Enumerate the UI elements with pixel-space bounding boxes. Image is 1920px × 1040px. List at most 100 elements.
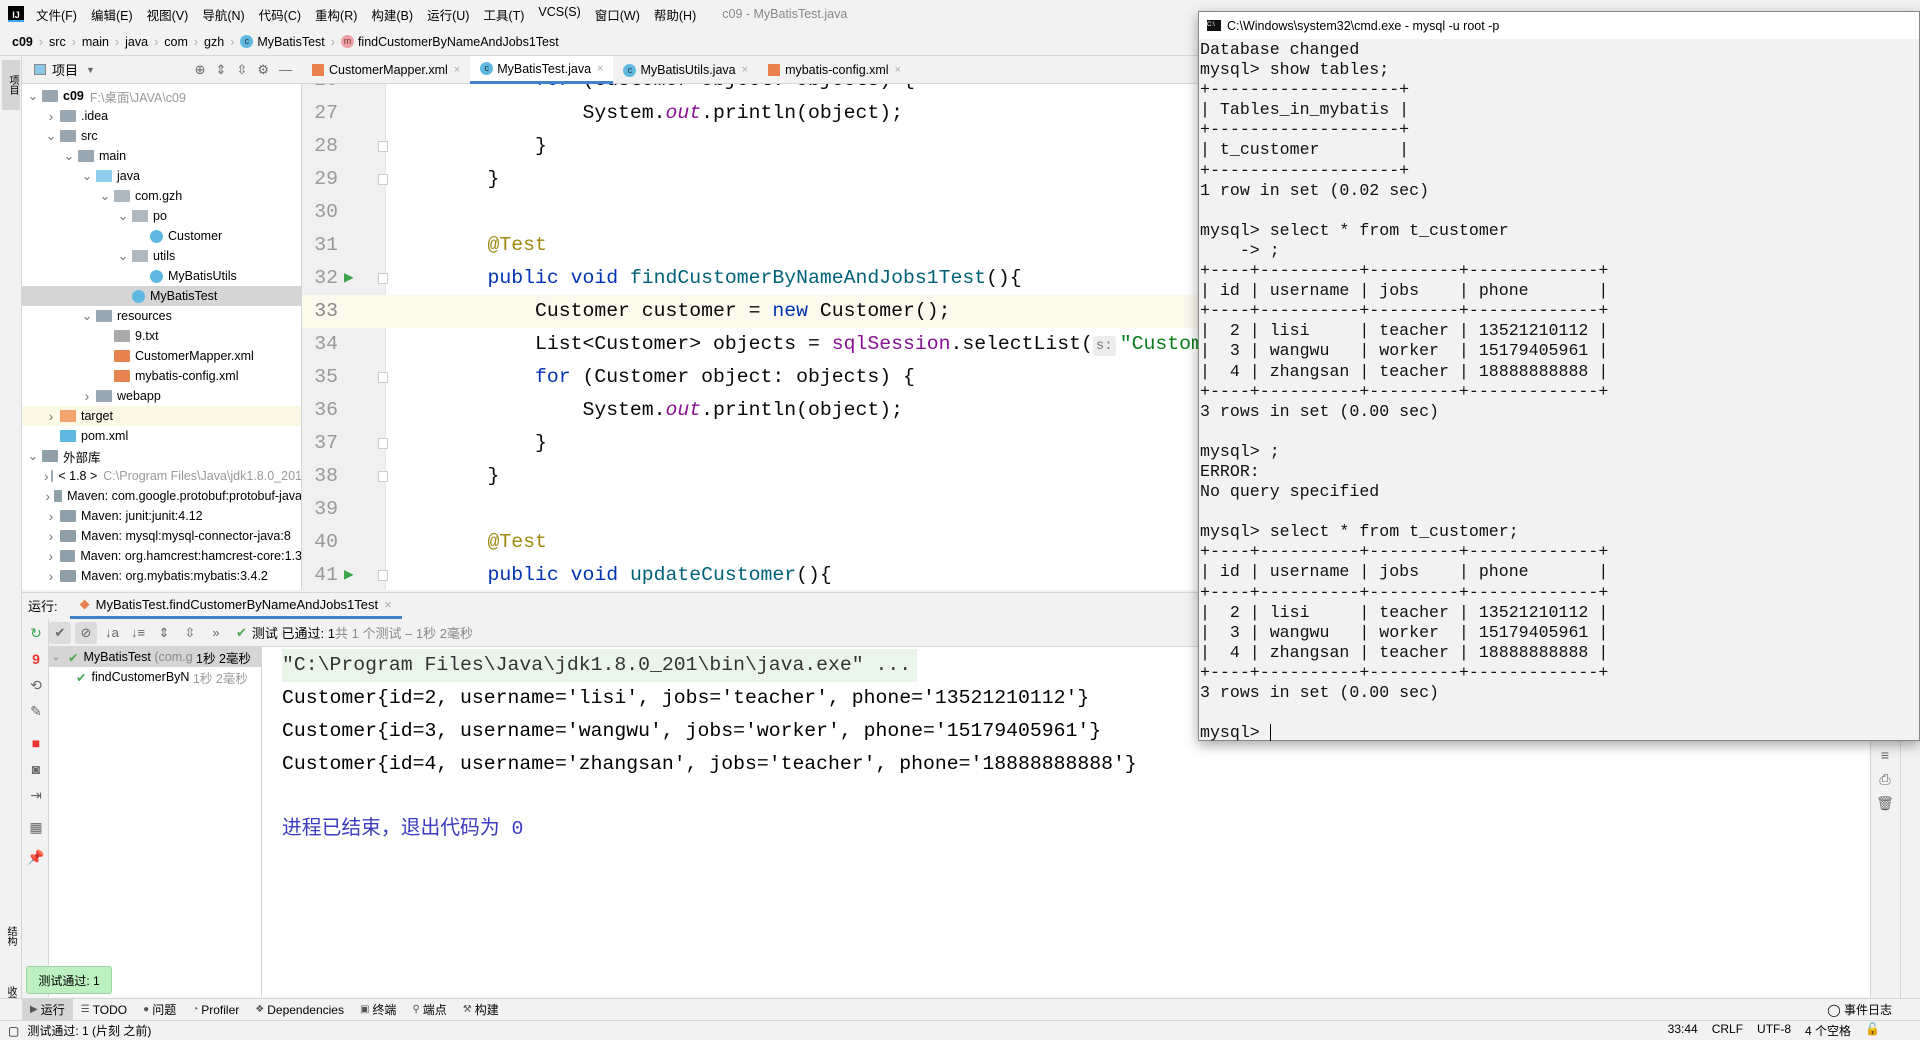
fold-icon[interactable]: [378, 437, 388, 449]
fold-icon[interactable]: [378, 371, 388, 383]
tool-window-profiler[interactable]: ◔ Profiler: [184, 999, 247, 1021]
scroll-to-end-icon[interactable]: ≡: [1875, 747, 1895, 763]
hide-icon[interactable]: —: [279, 62, 292, 78]
tree-item[interactable]: › Maven: org.hamcrest:hamcrest-core:1.3: [22, 546, 301, 566]
tree-item[interactable]: › Maven: com.google.protobuf:protobuf-jav…: [22, 486, 301, 506]
tree-item[interactable]: ⌄ main: [22, 146, 301, 166]
tree-item[interactable]: › < 1.8 > C:\Program Files\Java\jdk1.8.0_2…: [22, 466, 301, 486]
toggle-auto-test-icon[interactable]: ⟲: [26, 677, 46, 694]
tree-item[interactable]: ⌄ resources: [22, 306, 301, 326]
collapse-all-icon[interactable]: ⇳: [179, 622, 201, 644]
menu-item[interactable]: 窗口(W): [595, 5, 640, 24]
pin-icon[interactable]: 📌: [26, 849, 46, 866]
chevron-down-icon[interactable]: ▼: [86, 65, 95, 75]
menu-item[interactable]: 视图(V): [147, 5, 189, 24]
run-test-icon[interactable]: ▶: [344, 262, 354, 295]
run-test-icon[interactable]: ▶: [344, 559, 354, 591]
chevron-right-icon[interactable]: ›: [44, 568, 58, 584]
tool-window-list[interactable]: ☰ TODO: [73, 999, 135, 1021]
run-tab[interactable]: ◆ MyBatisTest.findCustomerByNameAndJobs1…: [69, 593, 402, 619]
trash-icon[interactable]: 🗑: [1875, 795, 1895, 812]
show-ignored-icon[interactable]: ⊘: [75, 621, 97, 644]
editor-tab[interactable]: c MyBatisUtils.java ×: [613, 56, 758, 84]
tool-window-problem[interactable]: ● 问题: [135, 999, 184, 1021]
sort-duration-icon[interactable]: ↓≡: [127, 622, 149, 644]
menu-item[interactable]: 导航(N): [202, 5, 244, 24]
tree-item[interactable]: ⌄ po: [22, 206, 301, 226]
file-encoding[interactable]: UTF-8: [1757, 1022, 1791, 1039]
rerun-failed-icon[interactable]: 9: [26, 651, 46, 667]
editor-tab[interactable]: CustomerMapper.xml ×: [302, 56, 470, 84]
cmd-window[interactable]: C:\ C:\Windows\system32\cmd.exe - mysql …: [1198, 11, 1920, 742]
chevron-right-icon[interactable]: ›: [44, 528, 58, 544]
chevron-down-icon[interactable]: ⌄: [80, 308, 94, 324]
test-passed-toast[interactable]: 测试通过: 1: [26, 966, 112, 994]
rerun-icon[interactable]: ↻: [26, 625, 46, 642]
close-icon[interactable]: ×: [384, 597, 392, 612]
tool-window-terminal[interactable]: ▣ 终端: [352, 999, 404, 1021]
more-icon[interactable]: »: [205, 622, 227, 644]
caret-position[interactable]: 33:44: [1668, 1022, 1698, 1039]
breadcrumb-item[interactable]: main: [82, 35, 109, 49]
close-icon[interactable]: ×: [597, 63, 603, 75]
menu-item[interactable]: 工具(T): [483, 5, 524, 24]
line-separator[interactable]: CRLF: [1712, 1022, 1743, 1039]
editor-tab[interactable]: mybatis-config.xml ×: [758, 56, 911, 84]
chevron-right-icon[interactable]: ›: [44, 508, 58, 524]
tree-item[interactable]: ⌄ java: [22, 166, 301, 186]
chevron-right-icon[interactable]: ›: [44, 408, 58, 424]
breadcrumb-item[interactable]: java: [125, 35, 148, 49]
tool-window-endpoints[interactable]: ⚲ 端点: [404, 999, 454, 1021]
tree-item[interactable]: › Maven: junit:junit:4.12: [22, 506, 301, 526]
chevron-down-icon[interactable]: ⌄: [62, 148, 76, 164]
tree-item[interactable]: › webapp: [22, 386, 301, 406]
tool-window-build[interactable]: ⚒ 构建: [455, 999, 507, 1021]
tool-window-play[interactable]: ▶ 运行: [22, 998, 73, 1021]
chevron-down-icon[interactable]: ⌄: [80, 168, 94, 184]
expand-all-icon[interactable]: ⇕: [153, 622, 175, 644]
collapse-all-icon[interactable]: ⇳: [236, 62, 247, 78]
wrench-icon[interactable]: ✎: [26, 703, 46, 720]
gear-icon[interactable]: ⚙: [257, 62, 269, 78]
chevron-down-icon[interactable]: ⌄: [98, 188, 112, 204]
menu-item[interactable]: 构建(B): [371, 5, 413, 24]
structure-tool-button[interactable]: 结构: [3, 926, 18, 946]
tree-item[interactable]: › .idea: [22, 106, 301, 126]
event-log-button[interactable]: ◯ 事件日志: [1819, 999, 1900, 1021]
code-editor[interactable]: 26 for (Customer object: objects) {27 Sy…: [302, 84, 1198, 590]
stop-icon[interactable]: ■: [26, 735, 46, 751]
tree-item[interactable]: MyBatisUtils: [22, 266, 301, 286]
breadcrumb-item[interactable]: c MyBatisTest: [240, 35, 325, 49]
tree-item[interactable]: mybatis-config.xml: [22, 366, 301, 386]
chevron-down-icon[interactable]: ⌄: [116, 208, 130, 224]
cmd-title-bar[interactable]: C:\ C:\Windows\system32\cmd.exe - mysql …: [1199, 12, 1919, 39]
fold-icon[interactable]: [378, 173, 388, 185]
menu-item[interactable]: 文件(F): [36, 5, 77, 24]
print-icon[interactable]: ⎙: [1875, 771, 1895, 788]
close-icon[interactable]: ×: [895, 64, 901, 76]
chevron-right-icon[interactable]: ›: [44, 548, 58, 564]
tree-item[interactable]: CustomerMapper.xml: [22, 346, 301, 366]
status-toggle-icon[interactable]: ▢: [8, 1024, 19, 1038]
close-icon[interactable]: ×: [742, 64, 748, 76]
test-case-row[interactable]: ✔ findCustomerByN 1秒 2毫秒: [49, 667, 261, 687]
tree-item[interactable]: ⌄ com.gzh: [22, 186, 301, 206]
tree-item[interactable]: › target: [22, 406, 301, 426]
menu-item[interactable]: 编辑(E): [91, 5, 133, 24]
project-tool-button[interactable]: 项目: [2, 60, 20, 110]
tree-item[interactable]: › Maven: mysql:mysql-connector-java:8: [22, 526, 301, 546]
tree-item[interactable]: 9.txt: [22, 326, 301, 346]
chevron-right-icon[interactable]: ›: [44, 488, 52, 504]
chevron-right-icon[interactable]: ›: [44, 468, 49, 484]
show-passed-icon[interactable]: ✔: [49, 621, 71, 644]
breadcrumb-item[interactable]: c09: [12, 35, 33, 49]
menu-item[interactable]: 帮助(H): [654, 5, 696, 24]
breadcrumb-item[interactable]: src: [49, 35, 66, 49]
chevron-right-icon[interactable]: ›: [44, 108, 58, 124]
locate-icon[interactable]: ⊕: [195, 62, 206, 78]
project-view-selector[interactable]: 项目: [52, 60, 78, 79]
expand-all-icon[interactable]: ⇕: [216, 62, 227, 78]
tree-item[interactable]: ⌄ c09 F:\桌面\JAVA\c09: [22, 86, 301, 106]
tree-item[interactable]: ⌄ src: [22, 126, 301, 146]
chevron-right-icon[interactable]: ›: [80, 388, 94, 404]
